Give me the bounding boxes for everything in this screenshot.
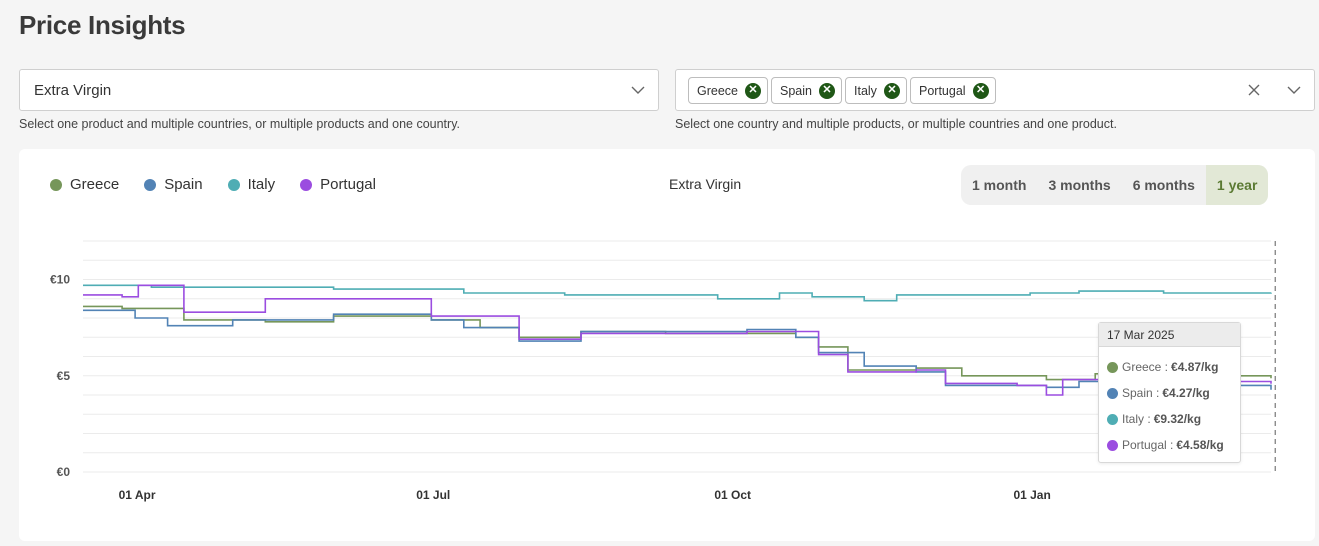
chip-label: Spain <box>780 83 812 98</box>
product-select[interactable]: Extra Virgin <box>19 69 659 111</box>
chip-label: Greece <box>697 83 738 98</box>
range-1-month-button[interactable]: 1 month <box>961 165 1037 205</box>
range-6-months-button[interactable]: 6 months <box>1122 165 1206 205</box>
country-select[interactable]: Greece ✕ Spain ✕ Italy ✕ Portugal ✕ <box>675 69 1315 111</box>
legend-item-greece[interactable]: Greece <box>50 176 119 193</box>
tooltip-dot <box>1107 439 1118 451</box>
product-helper-text: Select one product and multiple countrie… <box>19 117 460 131</box>
tooltip-label: Portugal : <box>1122 438 1174 452</box>
legend-label: Greece <box>70 176 120 193</box>
tooltip-dot <box>1107 387 1118 399</box>
legend-dot <box>227 178 240 191</box>
legend-label: Portugal <box>320 176 376 193</box>
remove-chip-icon[interactable]: ✕ <box>972 82 989 99</box>
x-tick-label: 01 Jul <box>416 488 450 502</box>
chevron-down-icon[interactable] <box>1286 82 1302 98</box>
chip-italy: Italy ✕ <box>845 77 907 104</box>
clear-icon[interactable] <box>1246 82 1262 98</box>
range-3-months-button[interactable]: 3 months <box>1037 165 1121 205</box>
remove-chip-icon[interactable]: ✕ <box>883 82 900 99</box>
tooltip-label: Greece : <box>1122 360 1169 374</box>
legend-item-italy[interactable]: Italy <box>227 176 276 193</box>
series-line-greece <box>83 305 1272 381</box>
page-title: Price Insights <box>19 10 186 40</box>
tooltip-date: 17 Mar 2025 <box>1099 323 1240 347</box>
tooltip-row-greece: Greece : €4.87/kg <box>1107 360 1218 374</box>
x-tick-label: 01 Apr <box>119 488 156 502</box>
chip-label: Portugal <box>919 83 966 98</box>
chart-tooltip: 17 Mar 2025 Greece : €4.87/kg Spain : €4… <box>1098 322 1241 463</box>
chart-title: Extra Virgin <box>669 176 742 192</box>
legend-label: Italy <box>247 176 276 193</box>
tooltip-value: €4.58/kg <box>1176 438 1224 452</box>
chip-spain: Spain ✕ <box>771 77 842 104</box>
tooltip-value: €4.87/kg <box>1171 360 1219 374</box>
y-tick-label: €5 <box>57 369 71 383</box>
legend-label: Spain <box>164 176 203 193</box>
tooltip-row-italy: Italy : €9.32/kg <box>1107 412 1201 426</box>
chip-greece: Greece ✕ <box>688 77 768 104</box>
remove-chip-icon[interactable]: ✕ <box>745 82 761 99</box>
series-line-portugal <box>83 284 1272 396</box>
y-tick-label: €10 <box>50 273 70 287</box>
product-select-value: Extra Virgin <box>34 82 112 99</box>
tooltip-dot <box>1107 413 1118 425</box>
chip-portugal: Portugal ✕ <box>910 77 996 104</box>
remove-chip-icon[interactable]: ✕ <box>818 82 835 99</box>
tooltip-label: Italy : <box>1122 412 1151 426</box>
tooltip-row-spain: Spain : €4.27/kg <box>1107 386 1210 400</box>
chart-card: €0 €5 €10 01 Apr 01 Jul 01 Oct 01 Jan Greece S… <box>19 149 1315 541</box>
tooltip-dot <box>1107 361 1118 373</box>
x-tick-label: 01 Oct <box>714 488 751 502</box>
y-tick-label: €0 <box>57 465 71 479</box>
series-line-spain <box>83 309 1272 390</box>
time-range-selector: 1 month 3 months 6 months 1 year <box>961 165 1269 205</box>
legend-dot <box>300 178 313 191</box>
tooltip-value: €9.32/kg <box>1153 412 1202 426</box>
tooltip-label: Spain : <box>1122 386 1160 400</box>
chip-label: Italy <box>854 83 877 98</box>
country-helper-text: Select one country and multiple products… <box>675 117 1117 131</box>
range-1-year-button[interactable]: 1 year <box>1205 165 1269 205</box>
chart-legend: Greece Spain Italy Portugal <box>50 176 401 193</box>
legend-dot <box>144 178 157 191</box>
legend-item-portugal[interactable]: Portugal <box>300 176 376 193</box>
legend-dot <box>50 178 62 191</box>
legend-item-spain[interactable]: Spain <box>144 176 203 193</box>
tooltip-value: €4.27/kg <box>1162 386 1210 400</box>
chevron-down-icon[interactable] <box>630 82 646 98</box>
tooltip-row-portugal: Portugal : €4.58/kg <box>1107 438 1224 452</box>
x-tick-label: 01 Jan <box>1013 488 1050 502</box>
